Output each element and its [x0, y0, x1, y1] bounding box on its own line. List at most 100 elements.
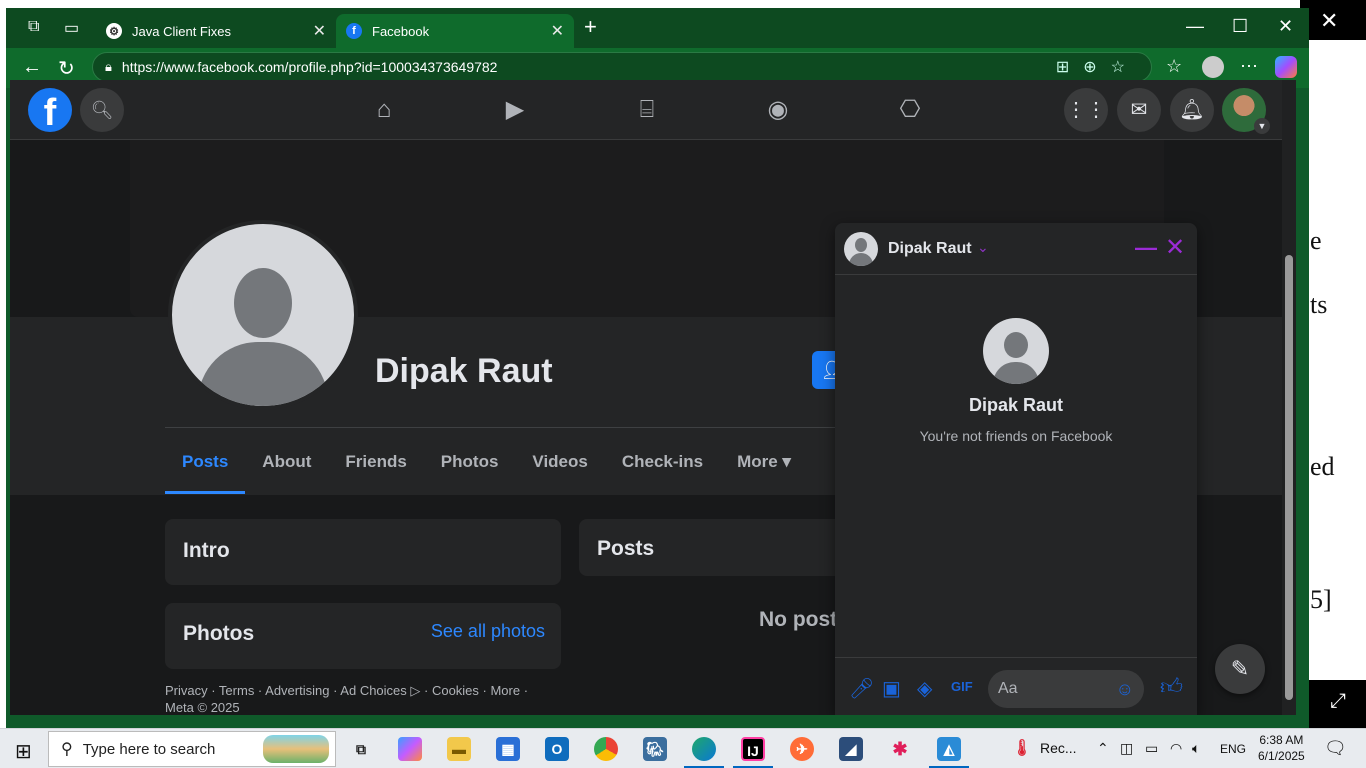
- doc-fragment: e: [1310, 226, 1322, 255]
- recording-app-label[interactable]: Rec...: [1040, 740, 1077, 756]
- profile-tabs: Posts About Friends Photos Videos Check-…: [165, 440, 808, 494]
- tab-java-client-fixes[interactable]: ⚙ Java Client Fixes ✕: [96, 14, 336, 48]
- new-message-icon[interactable]: ✎: [1215, 644, 1265, 694]
- language-indicator[interactable]: ENG: [1220, 742, 1246, 756]
- search-placeholder: Type here to search: [82, 740, 216, 758]
- like-thumb-icon[interactable]: 👍︎: [1160, 673, 1183, 700]
- page-scrollbar[interactable]: [1282, 80, 1296, 715]
- chat-composer: 🎤︎ ▣ ◈ GIF Aa ☺ 👍︎: [835, 657, 1197, 715]
- message-input[interactable]: Aa ☺: [988, 670, 1144, 708]
- postman-icon[interactable]: ✈: [790, 737, 814, 761]
- copilot-icon[interactable]: [1275, 56, 1297, 78]
- microphone-icon[interactable]: 🎤︎: [849, 676, 874, 701]
- chat-header[interactable]: Dipak Raut ⌄ — ✕: [835, 223, 1197, 275]
- intro-title: Intro: [183, 539, 230, 562]
- notifications-icon[interactable]: 🗨︎: [1324, 738, 1347, 759]
- facebook-logo-icon[interactable]: f: [28, 88, 72, 134]
- search-icon: ⚲: [61, 741, 73, 758]
- tab-posts[interactable]: Posts: [165, 440, 246, 494]
- postgresql-icon[interactable]: 🐘︎: [643, 737, 667, 761]
- footer-copyright: Meta © 2025: [165, 700, 240, 715]
- outlook-icon[interactable]: O: [545, 737, 569, 761]
- home-icon[interactable]: ⌂: [366, 94, 402, 126]
- tab-facebook[interactable]: f Facebook ✕: [336, 14, 574, 48]
- windows-taskbar: ⊞ ⚲ Type here to search ⧉ ▬ ▦ O 🐘︎ IJ ✈ …: [0, 728, 1366, 768]
- favorites-icon[interactable]: ☆: [1166, 56, 1182, 77]
- gif-icon[interactable]: GIF: [951, 679, 973, 694]
- avatar-head: [855, 238, 867, 252]
- tab-photos[interactable]: Photos: [424, 440, 516, 494]
- chevron-down-icon[interactable]: ⌄: [977, 239, 989, 256]
- mysql-workbench-icon[interactable]: ◢: [839, 737, 863, 761]
- tab-videos[interactable]: Videos: [515, 440, 604, 494]
- footer-links: Privacy · Terms · Advertising · Ad Choic…: [165, 682, 565, 715]
- copilot-icon[interactable]: [398, 737, 422, 761]
- windows-start-icon[interactable]: ⊞: [15, 739, 32, 764]
- intellij-icon[interactable]: IJ: [741, 737, 765, 761]
- chrome-icon[interactable]: [594, 737, 618, 761]
- close-chat-icon[interactable]: ✕: [1165, 233, 1185, 262]
- avatar-body: [849, 253, 873, 266]
- chat-avatar[interactable]: [844, 232, 878, 266]
- back-icon[interactable]: ←: [22, 56, 42, 79]
- intro-card: Intro: [165, 519, 561, 585]
- more-menu-icon[interactable]: ⋯: [1240, 56, 1258, 77]
- scrollbar-thumb[interactable]: [1285, 255, 1293, 700]
- microsoft-store-icon[interactable]: ▦: [496, 737, 520, 761]
- tab-check-ins[interactable]: Check-ins: [605, 440, 720, 494]
- tab-friends[interactable]: Friends: [328, 440, 423, 494]
- tab-more[interactable]: More ▾: [720, 440, 808, 494]
- notifications-bell-icon[interactable]: 🔔︎: [1170, 88, 1214, 132]
- search-icon[interactable]: 🔍︎: [80, 88, 124, 132]
- close-tab-icon[interactable]: ✕: [313, 21, 326, 41]
- groups-icon[interactable]: ◉: [760, 94, 796, 126]
- lock-icon[interactable]: 🔒︎: [105, 59, 112, 75]
- doc-fragment: 5]: [1310, 585, 1332, 614]
- photos-card: Photos See all photos: [165, 603, 561, 669]
- menu-grid-icon[interactable]: ⋮⋮: [1064, 88, 1108, 132]
- file-explorer-icon[interactable]: ▬: [447, 737, 471, 761]
- volume-icon[interactable]: 🔈︎: [1192, 740, 1200, 757]
- emoji-icon[interactable]: ☺: [1116, 670, 1134, 708]
- wifi-icon[interactable]: ◠: [1170, 740, 1182, 757]
- expand-icon[interactable]: ⤢: [1330, 690, 1346, 713]
- close-window-icon[interactable]: ✕: [1278, 16, 1293, 37]
- see-all-photos-link[interactable]: See all photos: [431, 621, 545, 642]
- minimize-icon[interactable]: —: [1186, 16, 1204, 37]
- chat-contact-name[interactable]: Dipak Raut: [888, 240, 972, 258]
- profile-picture[interactable]: [168, 220, 358, 410]
- temperature-app-icon[interactable]: 🌡︎: [1010, 737, 1034, 761]
- tab-about[interactable]: About: [245, 440, 328, 494]
- webcam-icon[interactable]: ◫: [1120, 740, 1133, 757]
- taskbar-search[interactable]: ⚲ Type here to search: [48, 731, 336, 767]
- chat-profile-picture[interactable]: [983, 318, 1049, 384]
- system-clock[interactable]: 6:38 AM 6/1/2025: [1258, 732, 1305, 764]
- photos-app-icon[interactable]: ◭: [937, 737, 961, 761]
- close-tab-icon[interactable]: ✕: [551, 21, 564, 41]
- minimize-chat-icon[interactable]: —: [1135, 235, 1157, 261]
- battery-icon[interactable]: ▭: [1145, 740, 1158, 757]
- background-close-icon[interactable]: ✕: [1320, 8, 1338, 34]
- tab-actions-icon[interactable]: ▭: [64, 18, 79, 38]
- search-highlight-image[interactable]: [263, 735, 329, 763]
- footer-links-line[interactable]: Privacy · Terms · Advertising · Ad Choic…: [165, 682, 565, 699]
- sticker-icon[interactable]: ◈: [917, 676, 932, 701]
- chevron-up-icon[interactable]: ⌃: [1097, 740, 1109, 757]
- task-view-icon[interactable]: ⧉: [349, 737, 373, 761]
- messenger-icon[interactable]: ✉: [1117, 88, 1161, 132]
- browser-profile-avatar[interactable]: [1202, 56, 1224, 78]
- address-bar-actions[interactable]: ⊞⊕☆: [1056, 57, 1139, 77]
- refresh-icon[interactable]: ↻: [58, 56, 75, 81]
- edge-icon[interactable]: [692, 737, 716, 761]
- gaming-icon[interactable]: ⎔: [892, 94, 928, 126]
- maximize-icon[interactable]: ☐: [1232, 16, 1248, 37]
- address-bar[interactable]: 🔒︎ https://www.facebook.com/profile.php?…: [92, 52, 1152, 82]
- marketplace-icon[interactable]: ⌸: [629, 94, 665, 126]
- photo-icon[interactable]: ▣: [882, 676, 901, 701]
- slack-icon[interactable]: ✱: [888, 737, 912, 761]
- account-avatar[interactable]: ▼: [1222, 88, 1270, 134]
- workspaces-icon[interactable]: ⧉: [28, 18, 39, 36]
- facebook-header: f 🔍︎ ⌂ ▶ ⌸ ◉ ⎔ ⋮⋮ ✉ 🔔︎ ▼: [10, 80, 1282, 140]
- video-icon[interactable]: ▶: [497, 94, 533, 126]
- new-tab-icon[interactable]: +: [584, 14, 597, 40]
